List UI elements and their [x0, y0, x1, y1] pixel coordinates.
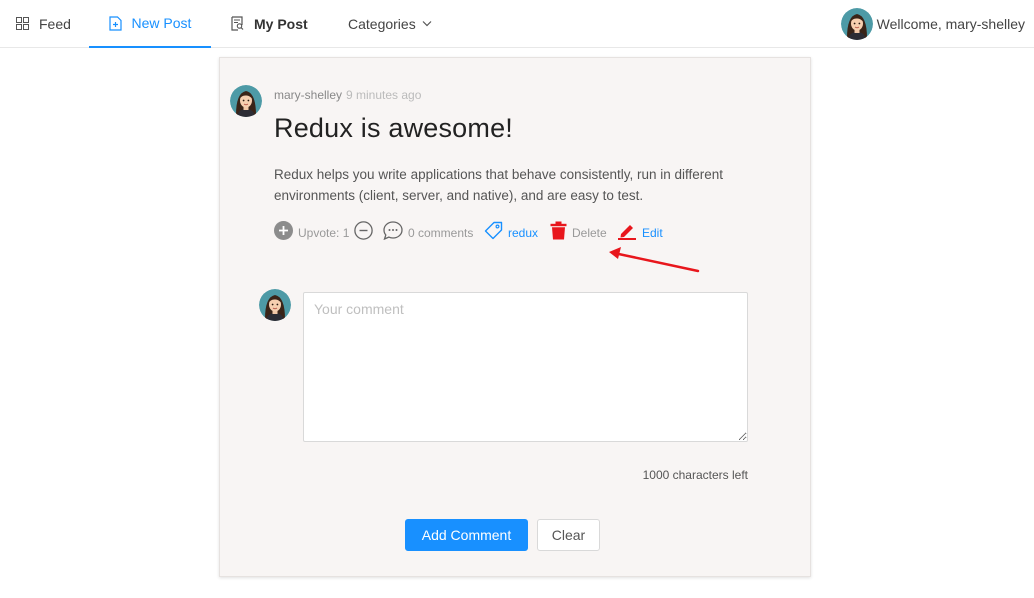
top-navigation: Feed New Post My Post Categories Wellcom…: [0, 0, 1034, 48]
annotation-arrow-icon: [609, 247, 700, 273]
delete-button[interactable]: Delete: [550, 218, 607, 242]
comments-count: 0 comments: [408, 226, 474, 240]
user-avatar: [841, 8, 873, 40]
nav-new-post[interactable]: New Post: [89, 0, 211, 48]
file-add-icon: [108, 15, 122, 31]
post-meta: mary-shelley 9 minutes ago: [274, 88, 421, 102]
delete-label: Delete: [572, 226, 607, 240]
comment-icon: [383, 220, 403, 240]
nav-feed[interactable]: Feed: [16, 0, 71, 47]
post-body: Redux helps you write applications that …: [274, 167, 724, 203]
minus-circle-icon: [354, 220, 373, 240]
post-time: 9 minutes ago: [346, 88, 422, 102]
nav-new-post-label: New Post: [131, 15, 192, 31]
post-actions: Upvote: 1 0 comments redux Delete Edit: [274, 218, 794, 242]
plus-circle-icon: [274, 220, 293, 240]
nav-categories-menu[interactable]: Categories: [348, 0, 432, 47]
comment-input[interactable]: [303, 292, 748, 442]
post-card: mary-shelley 9 minutes ago Redux is aweso…: [219, 57, 811, 577]
chevron-down-icon: [422, 21, 432, 27]
nav-feed-label: Feed: [39, 15, 71, 32]
nav-my-post-label: My Post: [254, 15, 308, 32]
tag-redux[interactable]: redux: [484, 218, 538, 242]
user-menu[interactable]: Wellcome, mary-shelley: [841, 0, 1025, 47]
nav-categories-label: Categories: [348, 15, 416, 32]
upvote-count: Upvote: 1: [298, 226, 350, 240]
commenter-avatar: [259, 289, 291, 321]
post-title: Redux is awesome!: [274, 113, 514, 143]
trash-icon: [550, 221, 567, 239]
characters-left: 1000 characters left: [642, 468, 748, 482]
edit-button[interactable]: Edit: [617, 218, 663, 242]
edit-label: Edit: [642, 226, 663, 240]
welcome-text: Wellcome, mary-shelley: [876, 15, 1025, 32]
downvote-button[interactable]: [354, 218, 378, 242]
tag-label: redux: [508, 226, 539, 240]
file-search-icon: [231, 16, 244, 31]
edit-pen-icon: [618, 224, 636, 240]
add-comment-button[interactable]: Add Comment: [405, 519, 528, 551]
tag-icon: [484, 221, 503, 239]
nav-my-post[interactable]: My Post: [231, 0, 308, 47]
grid-icon: [16, 17, 29, 30]
post-author[interactable]: mary-shelley: [274, 88, 342, 102]
comments-link[interactable]: 0 comments: [383, 218, 473, 242]
author-avatar: [230, 85, 262, 117]
upvote-button[interactable]: Upvote: 1: [274, 218, 349, 242]
clear-button[interactable]: Clear: [537, 519, 600, 551]
